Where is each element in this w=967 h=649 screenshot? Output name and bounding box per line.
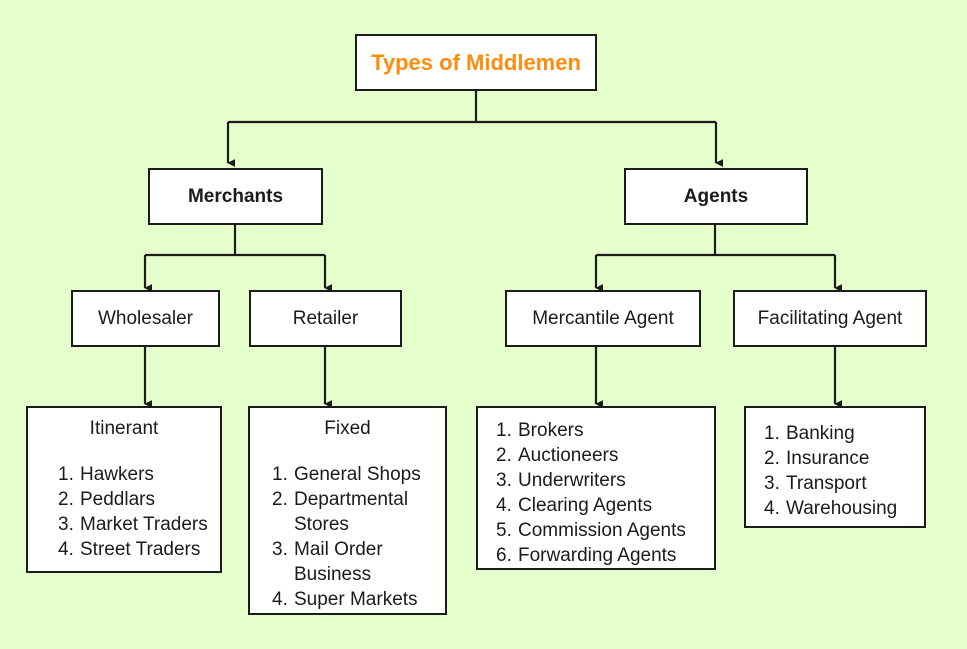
list-item: 2. Peddlars [58, 487, 208, 512]
list-facilitating-agents: 1. Banking 2. Insurance 3. Transport 4. … [764, 421, 897, 521]
list-item: 4. Clearing Agents [496, 493, 686, 518]
list-item-number: 1. [496, 420, 512, 441]
list-item: 2. Departmental Stores [272, 487, 437, 537]
list-item-text: Brokers [518, 420, 584, 441]
list-item: 4. Street Traders [58, 537, 208, 562]
node-label-wholesaler: Wholesaler [97, 307, 194, 329]
list-item: 6. Forwarding Agents [496, 543, 686, 568]
list-item: 3. Market Traders [58, 512, 208, 537]
list-item: 2. Auctioneers [496, 443, 686, 468]
list-item-number: 4. [58, 539, 74, 560]
list-item-text: Mail Order Business [294, 539, 383, 585]
list-item-number: 2. [272, 489, 288, 510]
list-item-text: General Shops [294, 464, 421, 485]
list-item: 1. Banking [764, 421, 897, 446]
list-item-number: 3. [58, 514, 74, 535]
node-label-root: Types of Middlemen [371, 49, 581, 75]
list-item: 2. Insurance [764, 446, 897, 471]
list-item-text: Banking [786, 423, 855, 444]
list-item-text: Clearing Agents [518, 495, 653, 516]
list-item-number: 6. [496, 545, 512, 566]
list-item-text: Hawkers [80, 464, 154, 485]
node-mercantile-agent-list[interactable]: 1. Brokers 2. Auctioneers 3. Underwriter… [476, 406, 716, 570]
list-item-text: Departmental Stores [294, 489, 409, 535]
node-label-facilitating-agent: Facilitating Agent [757, 307, 903, 329]
list-item-number: 3. [764, 473, 780, 494]
list-item-text: Street Traders [80, 539, 201, 560]
node-title-fixed: Fixed [324, 418, 371, 439]
list-item-number: 1. [272, 464, 288, 485]
list-item-number: 1. [764, 423, 780, 444]
list-item-text: Auctioneers [518, 445, 619, 466]
list-item: 1. Hawkers [58, 462, 208, 487]
list-item: 1. General Shops [272, 462, 437, 487]
list-item-text: Commission Agents [518, 520, 686, 541]
list-item-number: 1. [58, 464, 74, 485]
list-item-text: Insurance [786, 448, 870, 469]
list-item-number: 2. [764, 448, 780, 469]
node-wholesaler[interactable]: Wholesaler [71, 290, 220, 347]
node-label-mercantile-agent: Mercantile Agent [532, 307, 674, 329]
list-item: 5. Commission Agents [496, 518, 686, 543]
list-item-number: 2. [58, 489, 74, 510]
node-label-merchants: Merchants [187, 185, 284, 207]
node-facilitating-agent[interactable]: Facilitating Agent [733, 290, 927, 347]
list-item: 3. Transport [764, 471, 897, 496]
list-item-text: Market Traders [80, 514, 208, 535]
list-item-number: 4. [764, 498, 780, 519]
node-types-of-middlemen[interactable]: Types of Middlemen [355, 34, 597, 91]
list-item-number: 4. [496, 495, 512, 516]
list-item-number: 5. [496, 520, 512, 541]
list-itinerant: 1. Hawkers 2. Peddlars 3. Market Traders… [58, 462, 208, 562]
node-retailer[interactable]: Retailer [249, 290, 402, 347]
list-item-number: 3. [272, 539, 288, 560]
node-facilitating-agent-list[interactable]: 1. Banking 2. Insurance 3. Transport 4. … [744, 406, 926, 528]
list-fixed: 1. General Shops 2. Departmental Stores … [272, 462, 437, 612]
list-item-number: 2. [496, 445, 512, 466]
list-mercantile-agents: 1. Brokers 2. Auctioneers 3. Underwriter… [496, 418, 686, 568]
node-fixed[interactable]: Fixed 1. General Shops 2. Departmental S… [248, 406, 447, 615]
list-item-text: Forwarding Agents [518, 545, 677, 566]
list-item-text: Transport [786, 473, 867, 494]
list-item: 3. Underwriters [496, 468, 686, 493]
node-itinerant[interactable]: Itinerant 1. Hawkers 2. Peddlars 3. Mark… [26, 406, 222, 573]
list-item-text: Peddlars [80, 489, 155, 510]
node-mercantile-agent[interactable]: Mercantile Agent [505, 290, 701, 347]
list-item: 4. Super Markets [272, 587, 437, 612]
middlemen-hierarchy-diagram: Types of Middlemen Merchants Agents Whol… [0, 0, 967, 649]
list-item: 3. Mail Order Business [272, 537, 437, 587]
list-item-number: 4. [272, 589, 288, 610]
node-merchants[interactable]: Merchants [148, 168, 323, 225]
node-title-itinerant: Itinerant [89, 418, 159, 439]
list-item-text: Super Markets [294, 589, 418, 610]
list-item-text: Warehousing [786, 498, 898, 519]
list-item-text: Underwriters [518, 470, 626, 491]
node-agents[interactable]: Agents [624, 168, 808, 225]
list-item-number: 3. [496, 470, 512, 491]
list-item: 4. Warehousing [764, 496, 897, 521]
node-label-agents: Agents [683, 185, 749, 207]
node-label-retailer: Retailer [292, 307, 359, 329]
list-item: 1. Brokers [496, 418, 686, 443]
